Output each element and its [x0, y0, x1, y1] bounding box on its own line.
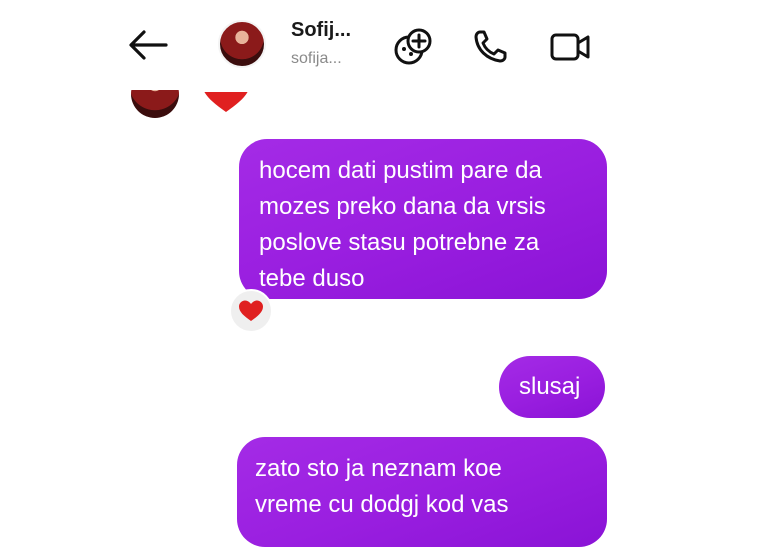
message-line: tebe duso: [259, 265, 365, 292]
phone-icon[interactable]: [470, 26, 514, 66]
video-camera-icon[interactable]: [548, 26, 592, 66]
message-line: mozes preko dana da vrsis: [259, 193, 546, 220]
message-reaction[interactable]: [229, 289, 273, 333]
contact-name[interactable]: Sofij...: [291, 19, 351, 42]
message-bubble[interactable]: zato sto ja neznam koe vreme cu dodgj ko…: [237, 437, 607, 547]
chat-header: Sofij... sofija...: [0, 0, 765, 90]
message-bubble[interactable]: slusaj: [499, 356, 605, 418]
message-bubble[interactable]: hocem dati pustim pare da mozes preko da…: [239, 139, 607, 299]
message-line: vreme cu dodgj kod vas: [255, 491, 509, 518]
effects-icon[interactable]: [392, 26, 436, 66]
back-arrow-icon[interactable]: [126, 28, 170, 62]
message-line: zato sto ja neznam koe: [255, 455, 502, 482]
contact-handle[interactable]: sofija...: [291, 50, 342, 68]
contact-avatar[interactable]: [218, 20, 266, 68]
message-line: poslove stasu potrebne za: [259, 229, 540, 256]
message-line: slusaj: [519, 373, 581, 400]
message-line: hocem dati pustim pare da: [259, 157, 542, 184]
heart-icon: [239, 300, 263, 321]
